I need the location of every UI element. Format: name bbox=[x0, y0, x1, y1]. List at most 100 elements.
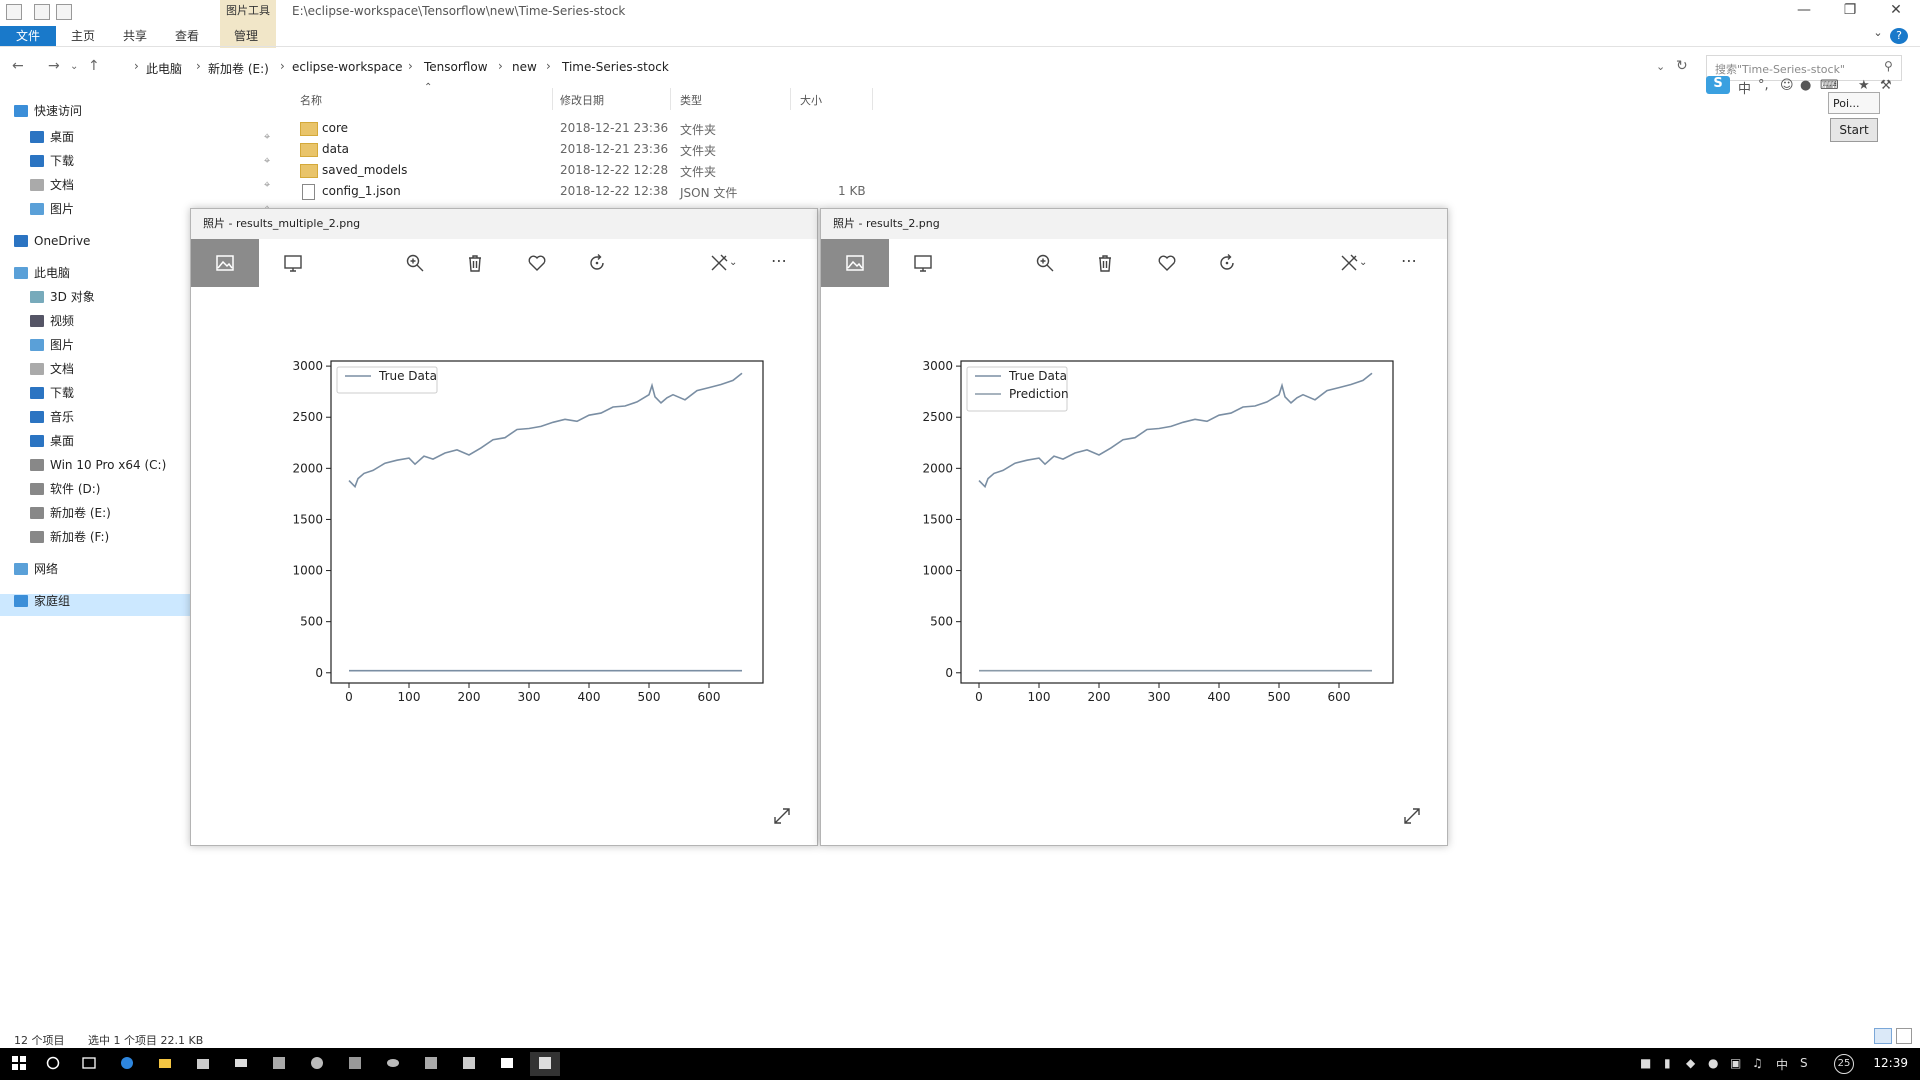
properties-icon[interactable] bbox=[6, 4, 22, 20]
search-icon[interactable]: ⚲ bbox=[1884, 59, 1893, 73]
poi-button[interactable]: Poi... bbox=[1828, 92, 1880, 114]
nav-item[interactable]: 桌面 bbox=[30, 430, 74, 452]
crumb-this-pc[interactable]: 此电脑 bbox=[146, 60, 182, 77]
back-icon[interactable]: ← bbox=[12, 58, 24, 74]
tab-home[interactable]: 主页 bbox=[64, 26, 102, 46]
restore-icon[interactable]: ❐ bbox=[1830, 2, 1870, 22]
tab-share[interactable]: 共享 bbox=[116, 26, 154, 46]
forward-icon[interactable]: → bbox=[48, 58, 60, 74]
tab-manage[interactable]: 管理 bbox=[226, 26, 266, 46]
nav-item[interactable]: Win 10 Pro x64 (C:) bbox=[30, 454, 166, 476]
refresh-icon[interactable]: ↻ bbox=[1676, 58, 1688, 74]
tab-file[interactable]: 文件 bbox=[0, 26, 56, 46]
zoom-icon[interactable] bbox=[1035, 253, 1055, 273]
nav-item[interactable]: OneDrive bbox=[14, 230, 90, 252]
app-icon[interactable] bbox=[264, 1052, 294, 1076]
app-icon[interactable] bbox=[340, 1052, 370, 1076]
edit-icon[interactable] bbox=[1339, 253, 1359, 273]
crumb-time-series-stock[interactable]: Time-Series-stock bbox=[562, 60, 669, 74]
favorite-icon[interactable] bbox=[1157, 253, 1177, 273]
store-icon[interactable] bbox=[188, 1052, 218, 1076]
view-image-button[interactable] bbox=[821, 239, 889, 287]
nav-item[interactable]: 图片 bbox=[30, 334, 74, 356]
more-icon[interactable]: ⋯ bbox=[771, 251, 791, 271]
nav-item[interactable]: 下载 bbox=[30, 382, 74, 404]
clock[interactable]: 12:39 bbox=[1873, 1056, 1908, 1070]
delete-icon[interactable] bbox=[1095, 253, 1115, 273]
column-header-size[interactable]: 大小 bbox=[800, 92, 822, 108]
nav-item[interactable]: 3D 对象 bbox=[30, 286, 95, 308]
file-row[interactable]: core 2018-12-21 23:36 文件夹 bbox=[0, 118, 880, 138]
file-row[interactable]: saved_models 2018-12-22 12:28 文件夹 bbox=[0, 160, 880, 180]
file-row[interactable]: config_1.json 2018-12-22 12:38 JSON 文件 1 KB bbox=[0, 181, 880, 201]
nav-item[interactable]: 图片 bbox=[30, 198, 74, 220]
volume-icon[interactable]: ♫ bbox=[1752, 1056, 1763, 1070]
keyboard-icon[interactable]: ⌨ bbox=[1820, 78, 1839, 93]
large-icons-view-icon[interactable] bbox=[1896, 1028, 1912, 1044]
zoom-icon[interactable] bbox=[405, 253, 425, 273]
photo-title-bar[interactable]: 照片 - results_multiple_2.png bbox=[191, 209, 817, 239]
ime-chinese-icon[interactable]: 中 bbox=[1738, 78, 1751, 97]
wrench-icon[interactable]: ⚒ bbox=[1880, 78, 1892, 93]
emoji-icon[interactable]: ☺ bbox=[1780, 78, 1794, 93]
details-view-icon[interactable] bbox=[1874, 1028, 1892, 1044]
delete-icon[interactable] bbox=[465, 253, 485, 273]
new-folder-icon[interactable] bbox=[56, 4, 72, 20]
tray-icon[interactable]: ■ bbox=[1640, 1056, 1651, 1070]
slideshow-icon[interactable] bbox=[283, 253, 303, 273]
mail-icon[interactable] bbox=[226, 1052, 256, 1076]
cortana-icon[interactable] bbox=[38, 1052, 68, 1076]
up-icon[interactable]: ↑ bbox=[88, 58, 100, 74]
nav-item[interactable]: 新加卷 (F:) bbox=[30, 526, 109, 548]
photo-title-bar[interactable]: 照片 - results_2.png bbox=[821, 209, 1447, 239]
close-icon[interactable]: ✕ bbox=[1876, 2, 1916, 22]
start-button[interactable]: Start bbox=[1830, 118, 1878, 142]
rotate-icon[interactable] bbox=[587, 253, 607, 273]
usb-icon[interactable]: ▮ bbox=[1664, 1056, 1671, 1070]
notification-badge[interactable]: 25 bbox=[1834, 1054, 1854, 1074]
nav-item[interactable]: 网络 bbox=[14, 558, 58, 580]
nav-item[interactable]: 音乐 bbox=[30, 406, 74, 428]
app-icon[interactable] bbox=[454, 1052, 484, 1076]
sogou-logo-icon[interactable]: S bbox=[1706, 76, 1730, 94]
app-icon[interactable] bbox=[530, 1052, 560, 1076]
chevron-down-icon[interactable]: ⌄ bbox=[1359, 257, 1379, 277]
nav-item[interactable]: 文档 bbox=[30, 358, 74, 380]
shield-icon[interactable]: ◆ bbox=[1686, 1056, 1695, 1070]
edge-icon[interactable] bbox=[112, 1052, 142, 1076]
ime-indicator[interactable]: 中 bbox=[1776, 1056, 1788, 1073]
windows-start-icon[interactable] bbox=[4, 1052, 34, 1076]
expand-icon[interactable] bbox=[1403, 807, 1421, 825]
more-icon[interactable]: ⋯ bbox=[1401, 251, 1421, 271]
app-icon[interactable] bbox=[378, 1052, 408, 1076]
favorite-icon[interactable] bbox=[527, 253, 547, 273]
tab-view[interactable]: 查看 bbox=[168, 26, 206, 46]
photos-icon[interactable] bbox=[492, 1052, 522, 1076]
chevron-down-icon[interactable]: ⌄ bbox=[729, 257, 749, 277]
expand-icon[interactable] bbox=[773, 807, 791, 825]
microphone-icon[interactable]: ● bbox=[1800, 78, 1811, 93]
tray-icon[interactable]: ● bbox=[1708, 1056, 1718, 1070]
minimize-icon[interactable]: — bbox=[1784, 2, 1824, 22]
crumb-new[interactable]: new bbox=[512, 60, 537, 74]
file-row[interactable]: data 2018-12-21 23:36 文件夹 bbox=[0, 139, 880, 159]
nav-item[interactable]: 新加卷 (E:) bbox=[30, 502, 111, 524]
photo-window-left[interactable]: 照片 - results_multiple_2.png ⌄ ⋯ 0 100 200 3… bbox=[190, 208, 818, 846]
photo-window-right[interactable]: 照片 - results_2.png ⌄ ⋯ 0 100 200 300 400 500 6… bbox=[820, 208, 1448, 846]
nav-item[interactable]: 此电脑 bbox=[14, 262, 70, 284]
app-icon[interactable] bbox=[416, 1052, 446, 1076]
browser-icon[interactable] bbox=[302, 1052, 332, 1076]
address-dropdown-icon[interactable]: ⌄ bbox=[1656, 60, 1665, 73]
column-header-date[interactable]: 修改日期 bbox=[560, 92, 604, 108]
chevron-down-icon[interactable]: ⌄ bbox=[1868, 26, 1888, 46]
edit-icon[interactable] bbox=[709, 253, 729, 273]
file-explorer-icon[interactable] bbox=[150, 1052, 180, 1076]
nav-item[interactable]: 家庭组 bbox=[14, 590, 70, 612]
column-header-type[interactable]: 类型 bbox=[680, 92, 702, 108]
nav-item[interactable]: 软件 (D:) bbox=[30, 478, 100, 500]
skin-icon[interactable]: ★ bbox=[1858, 78, 1870, 93]
help-icon[interactable]: ? bbox=[1890, 28, 1908, 44]
sogou-tray-icon[interactable]: S bbox=[1800, 1056, 1808, 1070]
punctuation-icon[interactable]: °, bbox=[1758, 78, 1769, 93]
nav-item[interactable]: 视频 bbox=[30, 310, 74, 332]
